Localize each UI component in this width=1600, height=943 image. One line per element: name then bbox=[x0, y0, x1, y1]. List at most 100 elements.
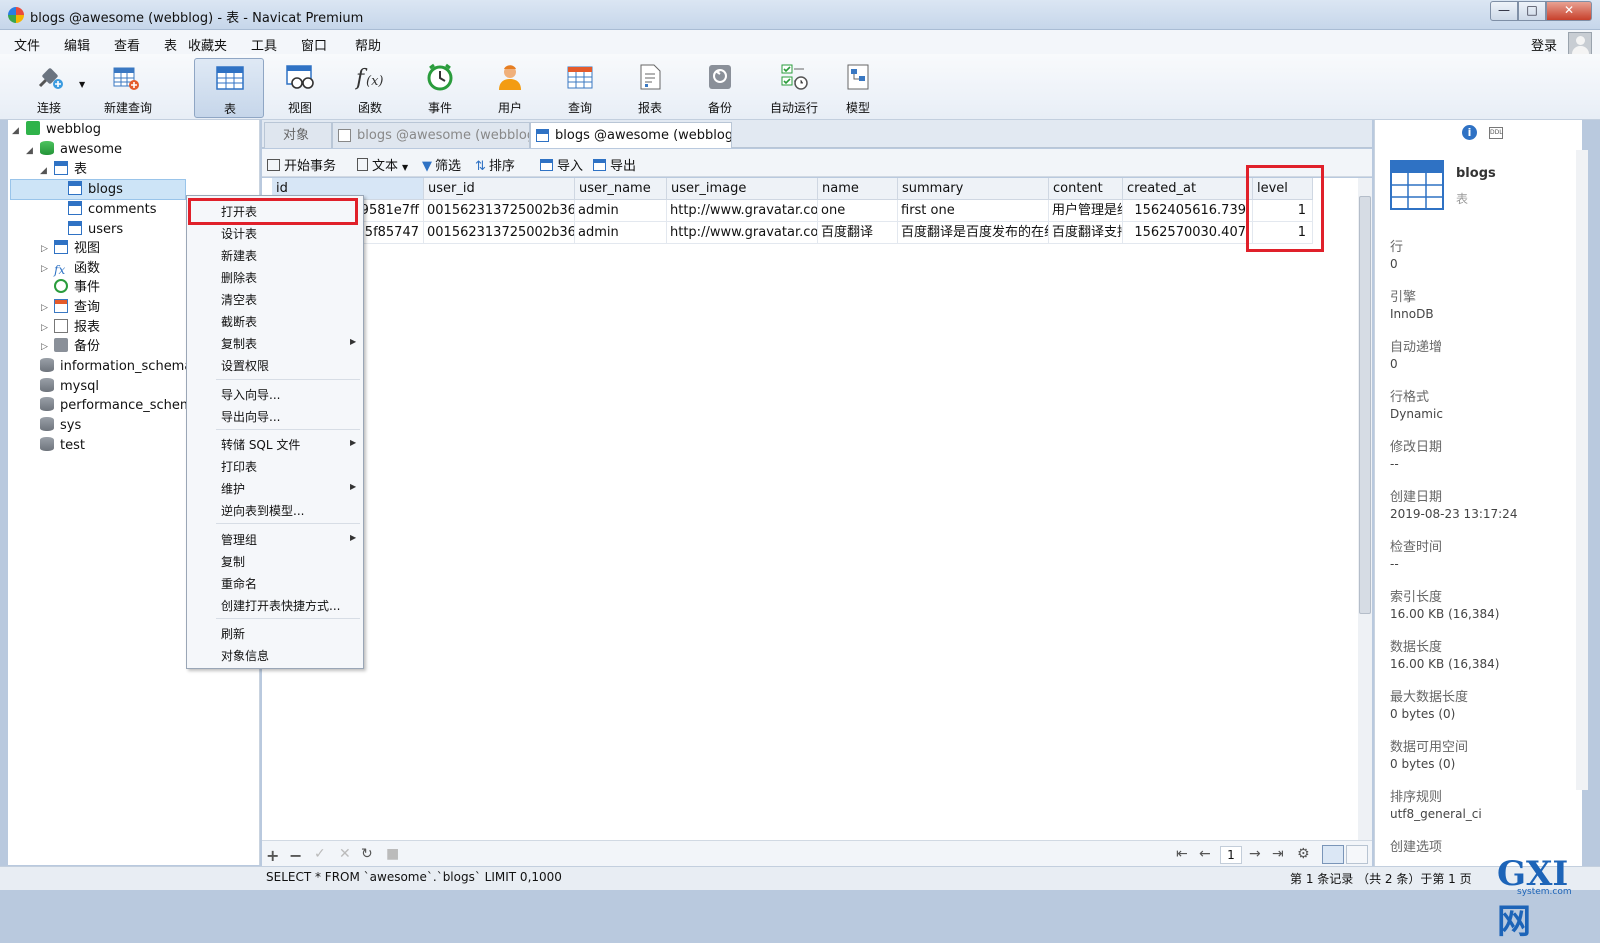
table-cell[interactable]: 用户管理是绝 bbox=[1049, 200, 1123, 222]
menu-create-shortcut[interactable]: 创建打开表快捷方式... bbox=[221, 597, 340, 614]
collapse-arrow-icon[interactable]: ◢ bbox=[12, 126, 19, 136]
column-header-content[interactable]: content bbox=[1049, 178, 1123, 200]
tree-database-sys[interactable]: sys bbox=[40, 416, 81, 436]
table-cell[interactable]: first one bbox=[898, 200, 1049, 222]
tree-connection-webblog[interactable]: webblog bbox=[26, 120, 101, 140]
collapse-arrow-icon[interactable]: ◢ bbox=[40, 166, 47, 176]
minimize-button[interactable]: — bbox=[1490, 1, 1518, 21]
menu-copy-table[interactable]: 复制表 bbox=[221, 335, 257, 352]
menu-design-table[interactable]: 设计表 bbox=[221, 225, 257, 242]
table-cell[interactable]: http://www.gravatar.com/ bbox=[667, 200, 818, 222]
menu-set-permissions[interactable]: 设置权限 bbox=[221, 357, 269, 374]
sort-button[interactable]: ⇅ 排序 bbox=[475, 155, 515, 174]
first-page-icon[interactable]: ⇤ bbox=[1176, 846, 1188, 862]
user-avatar-icon[interactable] bbox=[1568, 32, 1592, 56]
menu-window[interactable]: 窗口 bbox=[301, 35, 327, 54]
tree-database-awesome[interactable]: awesome bbox=[40, 140, 122, 160]
table-cell[interactable]: 1562570030.407 bbox=[1123, 222, 1253, 244]
menu-open-table[interactable]: 打开表 bbox=[221, 203, 257, 220]
new-query-button[interactable]: 新建查询 bbox=[94, 58, 162, 118]
column-header-user-image[interactable]: user_image bbox=[667, 178, 818, 200]
tree-group-functions[interactable]: fx 函数 bbox=[54, 259, 100, 279]
expand-arrow-icon[interactable]: ▷ bbox=[41, 264, 48, 274]
table-cell[interactable]: one bbox=[818, 200, 898, 222]
tree-database-mysql[interactable]: mysql bbox=[40, 377, 99, 397]
text-button[interactable]: 文本 ▼ bbox=[357, 155, 408, 174]
table-button[interactable]: 表 bbox=[194, 58, 264, 118]
table-cell[interactable]: http://www.gravatar.com/ bbox=[667, 222, 818, 244]
table-cell[interactable]: admin bbox=[575, 200, 667, 222]
menu-new-table[interactable]: 新建表 bbox=[221, 247, 257, 264]
tree-group-queries[interactable]: 查询 bbox=[54, 298, 100, 318]
table-cell[interactable]: admin bbox=[575, 222, 667, 244]
table-cell[interactable]: 百度翻译支持 bbox=[1049, 222, 1123, 244]
table-cell[interactable]: 百度翻译 bbox=[818, 222, 898, 244]
next-page-icon[interactable]: → bbox=[1249, 846, 1261, 862]
table-cell[interactable]: 001562313725002b3610c bbox=[424, 222, 575, 244]
begin-transaction-button[interactable]: 开始事务 bbox=[267, 155, 336, 174]
menu-refresh[interactable]: 刷新 bbox=[221, 625, 245, 642]
menu-view[interactable]: 查看 bbox=[114, 35, 140, 54]
refresh-icon[interactable]: ↻ bbox=[361, 846, 373, 862]
tree-group-events[interactable]: 事件 bbox=[54, 278, 100, 298]
menu-edit[interactable]: 编辑 bbox=[64, 35, 90, 54]
tab-objects[interactable]: 对象 bbox=[264, 122, 332, 148]
connect-dropdown-icon[interactable]: ▼ bbox=[79, 80, 85, 89]
menu-print-table[interactable]: 打印表 bbox=[221, 458, 257, 475]
tree-database-performance-schema[interactable]: performance_schema bbox=[40, 396, 201, 416]
tree-group-reports[interactable]: 报表 bbox=[54, 318, 100, 338]
tree-table-users[interactable]: users bbox=[68, 220, 123, 240]
tree-table-blogs[interactable]: blogs bbox=[68, 180, 123, 200]
menu-file[interactable]: 文件 bbox=[14, 35, 40, 54]
event-button[interactable]: 事件 bbox=[408, 58, 472, 118]
menu-help[interactable]: 帮助 bbox=[355, 35, 381, 54]
export-button[interactable]: 导出 bbox=[593, 155, 636, 174]
menu-dump-sql[interactable]: 转储 SQL 文件 bbox=[221, 436, 300, 453]
page-number-input[interactable]: 1 bbox=[1220, 846, 1242, 864]
tab-blogs-active[interactable]: blogs @awesome (webblog... bbox=[530, 122, 732, 148]
discard-changes-icon[interactable]: ✕ bbox=[339, 846, 351, 862]
tree-group-backups[interactable]: 备份 bbox=[54, 337, 100, 357]
menu-copy[interactable]: 复制 bbox=[221, 553, 245, 570]
user-button[interactable]: 用户 bbox=[478, 58, 542, 118]
menu-empty-table[interactable]: 清空表 bbox=[221, 291, 257, 308]
ddl-icon[interactable]: DDL bbox=[1489, 127, 1503, 139]
menu-rename[interactable]: 重命名 bbox=[221, 575, 257, 592]
login-link[interactable]: 登录 bbox=[1531, 35, 1557, 54]
tree-database-test[interactable]: test bbox=[40, 436, 85, 456]
scrollbar-thumb[interactable] bbox=[1359, 196, 1371, 614]
tab-blogs-inactive[interactable]: blogs @awesome (webblog... bbox=[332, 122, 530, 148]
expand-arrow-icon[interactable]: ▷ bbox=[41, 244, 48, 254]
info-icon[interactable]: i bbox=[1462, 125, 1477, 140]
connect-button[interactable]: 连接 bbox=[17, 58, 81, 118]
menu-favorites[interactable]: 收藏夹 bbox=[188, 35, 227, 54]
tree-database-information-schema[interactable]: information_schema bbox=[40, 357, 192, 377]
apply-changes-icon[interactable]: ✓ bbox=[314, 846, 326, 862]
menu-delete-table[interactable]: 删除表 bbox=[221, 269, 257, 286]
tree-group-views[interactable]: 视图 bbox=[54, 239, 100, 259]
menu-object-info[interactable]: 对象信息 bbox=[221, 647, 269, 664]
table-cell[interactable]: 百度翻译是百度发布的在线翻 bbox=[898, 222, 1049, 244]
tree-table-comments[interactable]: comments bbox=[68, 200, 157, 220]
backup-button[interactable]: 备份 bbox=[688, 58, 752, 118]
view-button[interactable]: 视图 bbox=[268, 58, 332, 118]
menu-reverse-to-model[interactable]: 逆向表到模型... bbox=[221, 502, 304, 519]
delete-record-icon[interactable]: − bbox=[289, 846, 302, 865]
expand-arrow-icon[interactable]: ▷ bbox=[41, 342, 48, 352]
tree-group-tables[interactable]: 表 bbox=[54, 160, 87, 180]
filter-button[interactable]: ▼ 筛选 bbox=[422, 155, 461, 174]
menu-import-wizard[interactable]: 导入向导... bbox=[221, 386, 280, 403]
menu-manage-group[interactable]: 管理组 bbox=[221, 531, 257, 548]
menu-truncate-table[interactable]: 截断表 bbox=[221, 313, 257, 330]
expand-arrow-icon[interactable]: ▷ bbox=[41, 323, 48, 333]
close-button[interactable]: ✕ bbox=[1546, 1, 1592, 21]
menu-tools[interactable]: 工具 bbox=[251, 35, 277, 54]
query-button[interactable]: 查询 bbox=[548, 58, 612, 118]
column-header-name[interactable]: name bbox=[818, 178, 898, 200]
model-button[interactable]: 模型 bbox=[826, 58, 890, 118]
settings-gear-icon[interactable]: ⚙ bbox=[1297, 846, 1310, 862]
report-button[interactable]: 报表 bbox=[618, 58, 682, 118]
table-cell[interactable]: 1562405616.739 bbox=[1123, 200, 1253, 222]
menu-table[interactable]: 表 bbox=[164, 35, 177, 54]
automation-button[interactable]: 自动运行 bbox=[756, 58, 832, 118]
